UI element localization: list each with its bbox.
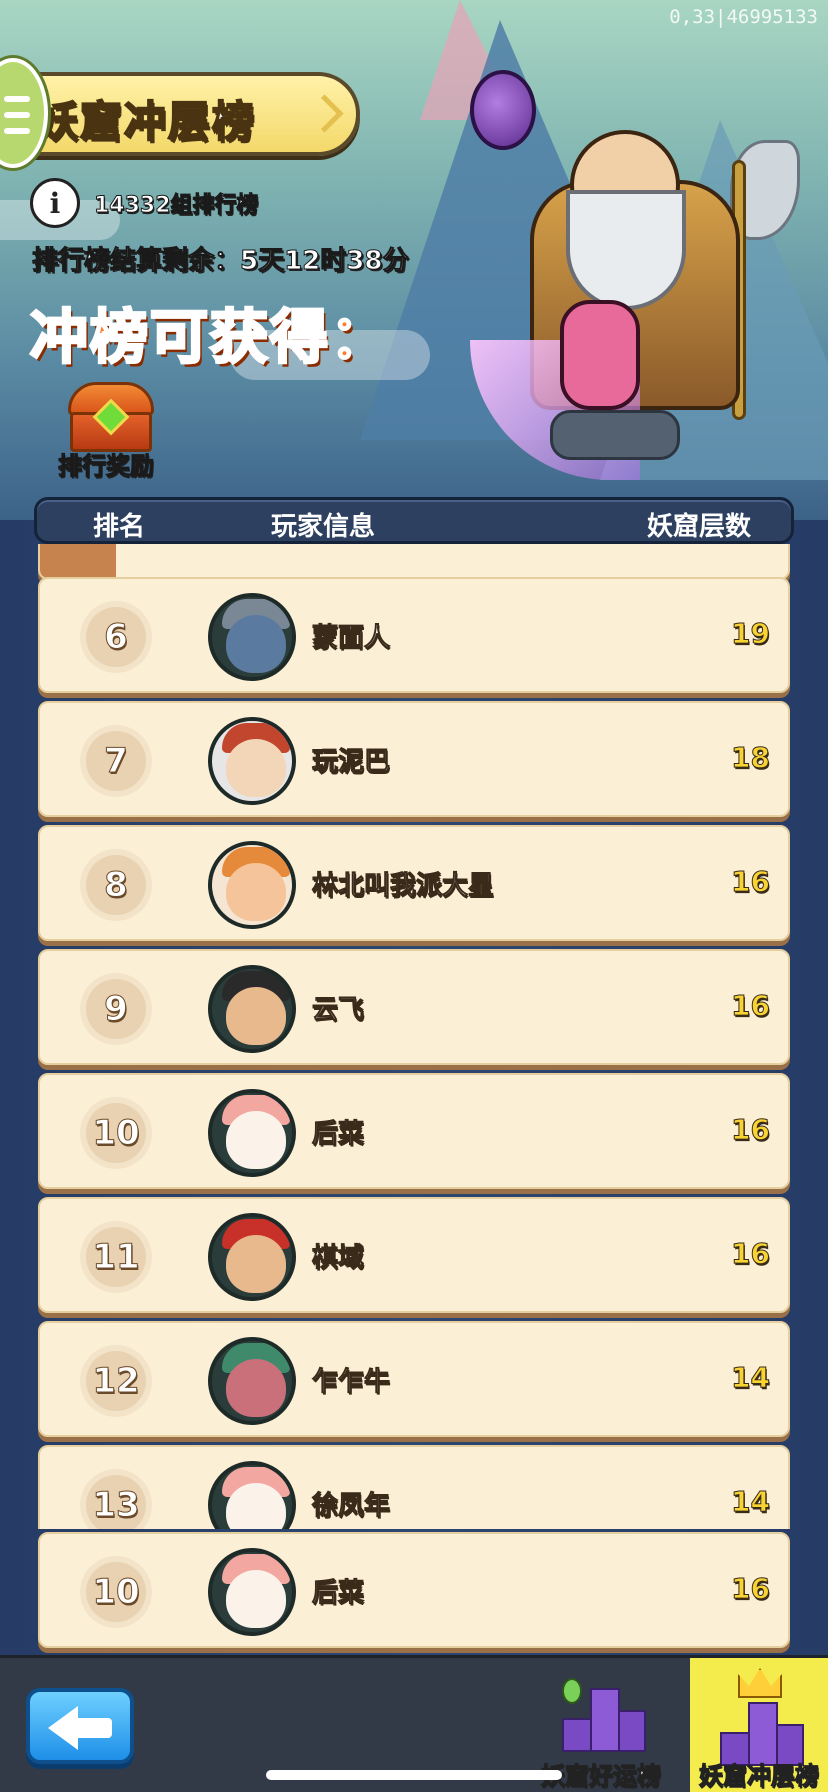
rank-badge: 9 xyxy=(86,979,146,1039)
back-arrow-icon[interactable] xyxy=(26,1688,134,1764)
floor-count: 14 xyxy=(731,1361,771,1395)
page-title: 妖窟冲层榜 xyxy=(35,96,257,147)
avatar[interactable] xyxy=(208,593,296,681)
reward-title: 冲榜可获得： xyxy=(28,302,391,373)
table-row[interactable] xyxy=(38,544,790,580)
home-indicator[interactable] xyxy=(266,1770,562,1780)
column-header-player: 玩家信息 xyxy=(271,512,376,542)
floor-count: 16 xyxy=(731,1113,771,1147)
player-name: 棋域 xyxy=(311,1243,365,1274)
rank-badge: 8 xyxy=(86,855,146,915)
avatar[interactable] xyxy=(208,1337,296,1425)
table-row[interactable]: 13 徐凤年 14 xyxy=(38,1445,790,1529)
table-row[interactable]: 6 蒙面人 19 xyxy=(38,577,790,693)
player-name: 蒙面人 xyxy=(311,623,391,654)
floor-count: 14 xyxy=(731,1485,771,1519)
table-row[interactable]: 9 云飞 16 xyxy=(38,949,790,1065)
title-banner: 妖窟冲层榜 xyxy=(0,72,360,156)
group-info-text: 14332组排行榜 xyxy=(94,193,260,219)
gourd-icon xyxy=(470,70,536,150)
table-row[interactable]: 8 林北叫我派大星 16 xyxy=(38,825,790,941)
rank-badge: 11 xyxy=(86,1227,146,1287)
character-illustration xyxy=(470,70,810,480)
tab-climb-ranking[interactable]: 妖窟冲层榜 xyxy=(690,1658,828,1792)
table-row[interactable]: 10 后菜 16 xyxy=(38,1073,790,1189)
player-name: 后菜 xyxy=(311,1119,365,1150)
tab-label: 妖窟冲层榜 xyxy=(699,1762,820,1791)
floor-count: 18 xyxy=(731,741,771,775)
avatar[interactable] xyxy=(208,1213,296,1301)
countdown-text: 排行榜结算剩余：5天12时38分 xyxy=(31,246,409,277)
floor-count: 16 xyxy=(731,1572,771,1606)
avatar[interactable] xyxy=(208,1548,296,1636)
treasure-chest-icon[interactable] xyxy=(68,382,154,452)
avatar[interactable] xyxy=(208,717,296,805)
player-name: 云飞 xyxy=(311,995,365,1026)
rank-badge: 12 xyxy=(86,1351,146,1411)
player-name: 乍乍牛 xyxy=(311,1367,391,1398)
table-row[interactable]: 12 乍乍牛 14 xyxy=(38,1321,790,1437)
floor-count: 16 xyxy=(731,1237,771,1271)
info-icon[interactable]: i xyxy=(30,178,80,228)
debug-id-text: 0,33|46995133 xyxy=(669,6,818,28)
player-name: 后菜 xyxy=(311,1578,365,1609)
avatar[interactable] xyxy=(208,965,296,1053)
floor-count: 16 xyxy=(731,865,771,899)
crown-icon xyxy=(738,1668,782,1698)
floor-count: 19 xyxy=(731,617,771,651)
column-header-floors: 妖窟层数 xyxy=(647,512,752,542)
rank-badge: 10 xyxy=(86,1562,146,1622)
column-header-rank: 排名 xyxy=(93,512,146,542)
my-rank-row[interactable]: 10 后菜 16 xyxy=(38,1532,790,1648)
player-name: 玩泥巴 xyxy=(311,747,391,778)
player-name: 林北叫我派大星 xyxy=(311,871,495,902)
table-row[interactable]: 7 玩泥巴 18 xyxy=(38,701,790,817)
group-info-row: i 14332组排行榜 xyxy=(30,178,259,228)
player-name: 徐凤年 xyxy=(311,1491,391,1522)
reward-label[interactable]: 排行奖励 xyxy=(58,446,155,481)
podium-icon xyxy=(562,1688,646,1762)
avatar[interactable] xyxy=(208,1089,296,1177)
avatar[interactable] xyxy=(208,1461,296,1529)
table-row[interactable]: 11 棋域 16 xyxy=(38,1197,790,1313)
table-header: 排名 玩家信息 妖窟层数 xyxy=(34,497,794,544)
rank-badge: 10 xyxy=(86,1103,146,1163)
rank-badge: 13 xyxy=(86,1475,146,1529)
rank-badge: 7 xyxy=(86,731,146,791)
avatar[interactable] xyxy=(208,841,296,929)
rank-badge: 6 xyxy=(86,607,146,667)
leaderboard-list[interactable]: 6 蒙面人 19 7 玩泥巴 18 8 林北叫我派大星 16 9 云飞 16 1… xyxy=(38,544,790,1529)
floor-count: 16 xyxy=(731,989,771,1023)
